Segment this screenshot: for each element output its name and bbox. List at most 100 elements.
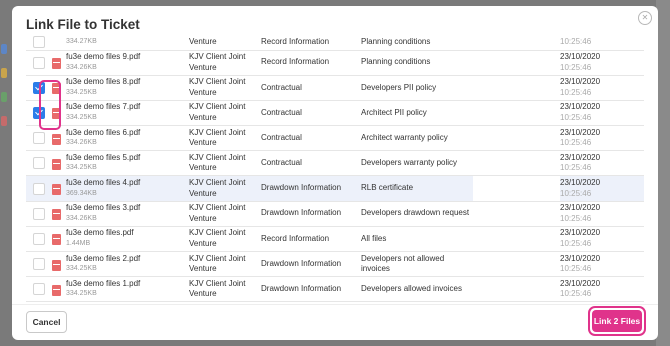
upload-date: 23/10/2020 xyxy=(560,77,601,87)
row-checkbox[interactable] xyxy=(33,132,45,145)
date-cell: 23/10/2020 10:25:46 xyxy=(560,226,644,253)
upload-date: 23/10/2020 xyxy=(560,203,601,213)
file-icon-cell xyxy=(52,150,66,177)
row-checkbox-cell xyxy=(26,150,52,177)
upload-date: 23/10/2020 xyxy=(560,102,601,112)
file-name: fu3e demo files 3.pdf xyxy=(66,203,141,213)
document-type-cell: Contractual xyxy=(261,75,361,101)
table-row[interactable]: fu3e demo files 3.pdf 334.26KB KJV Client … xyxy=(26,201,644,227)
document-type-cell: Contractual xyxy=(261,100,361,127)
file-size: 334.25KB xyxy=(66,164,97,172)
empty-cell xyxy=(473,125,560,152)
background-icon xyxy=(1,68,7,78)
pdf-file-icon xyxy=(52,158,61,170)
date-cell: 23/10/2020 10:25:46 xyxy=(560,150,644,177)
link-file-modal: Link File to Ticket ✕ 334.27KB Venture Rec… xyxy=(12,6,658,340)
table-row[interactable]: fu3e demo files.pdf 1.44MB KJV Client Join… xyxy=(26,226,644,253)
description-cell: Planning conditions xyxy=(361,50,473,76)
pdf-file-icon xyxy=(52,234,61,246)
empty-cell xyxy=(473,201,560,227)
file-cell: fu3e demo files 1.pdf 334.25KB xyxy=(66,276,189,303)
table-row[interactable]: fu3e demo files 8.pdf 334.25KB KJV Client … xyxy=(26,75,644,101)
file-name: fu3e demo files 7.pdf xyxy=(66,102,141,112)
description-cell: Planning conditions xyxy=(361,34,473,51)
table-row[interactable]: fu3e demo files 1.pdf 334.25KB KJV Client … xyxy=(26,276,644,303)
row-checkbox[interactable] xyxy=(33,56,45,69)
pdf-file-icon xyxy=(52,58,61,70)
description-cell: Developers drawdown request xyxy=(361,201,473,227)
empty-cell xyxy=(473,251,560,278)
upload-date: 23/10/2020 xyxy=(560,228,601,238)
empty-cell xyxy=(473,226,560,253)
cancel-button[interactable]: Cancel xyxy=(26,311,67,333)
row-checkbox[interactable] xyxy=(33,258,45,271)
upload-date: 23/10/2020 xyxy=(560,278,601,288)
file-cell: fu3e demo files 8.pdf 334.25KB xyxy=(66,75,189,101)
table-row[interactable]: 334.27KB Venture Record Information Plannin… xyxy=(26,34,644,51)
file-icon-cell xyxy=(52,226,66,253)
row-checkbox-cell xyxy=(26,50,52,76)
file-icon-cell xyxy=(52,276,66,303)
document-type-cell: Drawdown Information xyxy=(261,251,361,278)
row-checkbox[interactable] xyxy=(33,207,45,220)
file-cell: fu3e demo files 3.pdf 334.26KB xyxy=(66,201,189,227)
empty-cell xyxy=(473,34,560,51)
row-checkbox[interactable] xyxy=(33,157,45,170)
row-checkbox-cell xyxy=(26,201,52,227)
empty-cell xyxy=(473,175,560,202)
pdf-file-icon xyxy=(52,184,61,196)
description-cell: All files xyxy=(361,226,473,253)
file-size: 334.25KB xyxy=(66,88,97,96)
description-cell: Developers PII policy xyxy=(361,75,473,101)
table-row[interactable]: fu3e demo files 6.pdf 334.26KB KJV Client … xyxy=(26,125,644,152)
file-name: fu3e demo files 5.pdf xyxy=(66,152,141,162)
row-checkbox[interactable] xyxy=(33,283,45,296)
pdf-file-icon xyxy=(52,209,61,221)
file-size: 334.26KB xyxy=(66,139,97,147)
pdf-file-icon xyxy=(52,133,61,145)
row-checkbox[interactable] xyxy=(33,182,45,195)
background-icon xyxy=(1,92,7,102)
document-type-cell: Drawdown Information xyxy=(261,276,361,303)
date-cell: 23/10/2020 10:25:46 xyxy=(560,100,644,127)
date-cell: 23/10/2020 10:25:46 xyxy=(560,125,644,152)
upload-time: 10:25:46 xyxy=(560,138,592,148)
table-row[interactable]: fu3e demo files 7.pdf 334.25KB KJV Client … xyxy=(26,100,644,127)
table-row[interactable]: fu3e demo files 5.pdf 334.25KB KJV Client … xyxy=(26,150,644,177)
upload-time: 10:25:46 xyxy=(560,36,592,46)
upload-date: 23/10/2020 xyxy=(560,52,601,62)
files-table: 334.27KB Venture Record Information Plannin… xyxy=(26,34,644,303)
empty-cell xyxy=(473,276,560,303)
upload-date: 23/10/2020 xyxy=(560,152,601,162)
file-name: fu3e demo files 4.pdf xyxy=(66,178,141,188)
file-name: fu3e demo files.pdf xyxy=(66,228,134,238)
date-cell: 23/10/2020 10:25:46 xyxy=(560,276,644,303)
background-right-edge xyxy=(656,0,670,346)
description-cell: Developers allowed invoices xyxy=(361,276,473,303)
property-cell: Venture xyxy=(189,34,261,51)
file-name: fu3e demo files 1.pdf xyxy=(66,278,141,288)
files-table-container[interactable]: 334.27KB Venture Record Information Plannin… xyxy=(26,34,644,305)
file-cell: fu3e demo files 4.pdf 369.34KB xyxy=(66,175,189,202)
table-row[interactable]: fu3e demo files 4.pdf 369.34KB KJV Client … xyxy=(26,175,644,202)
document-type-cell: Record Information xyxy=(261,50,361,76)
file-size: 369.34KB xyxy=(66,189,97,197)
property-cell: KJV Client Joint Venture xyxy=(189,276,261,303)
property-cell: KJV Client Joint Venture xyxy=(189,50,261,76)
file-size: 334.25KB xyxy=(66,290,97,298)
table-row[interactable]: fu3e demo files 9.pdf 334.26KB KJV Client … xyxy=(26,50,644,76)
document-type-cell: Drawdown Information xyxy=(261,201,361,227)
upload-time: 10:25:46 xyxy=(560,163,592,173)
description-cell: Developers not allowed invoices xyxy=(361,251,473,278)
table-row[interactable]: fu3e demo files 2.pdf 334.25KB KJV Client … xyxy=(26,251,644,278)
property-cell: KJV Client Joint Venture xyxy=(189,201,261,227)
description-cell: RLB certificate xyxy=(361,175,473,202)
link-files-button[interactable]: Link 2 Files xyxy=(592,310,642,332)
file-size: 334.26KB xyxy=(66,63,97,71)
row-checkbox[interactable] xyxy=(33,35,45,48)
property-cell: KJV Client Joint Venture xyxy=(189,100,261,127)
row-checkbox[interactable] xyxy=(33,232,45,245)
document-type-cell: Record Information xyxy=(261,226,361,253)
close-icon[interactable]: ✕ xyxy=(638,11,652,25)
selection-callout xyxy=(39,80,61,130)
